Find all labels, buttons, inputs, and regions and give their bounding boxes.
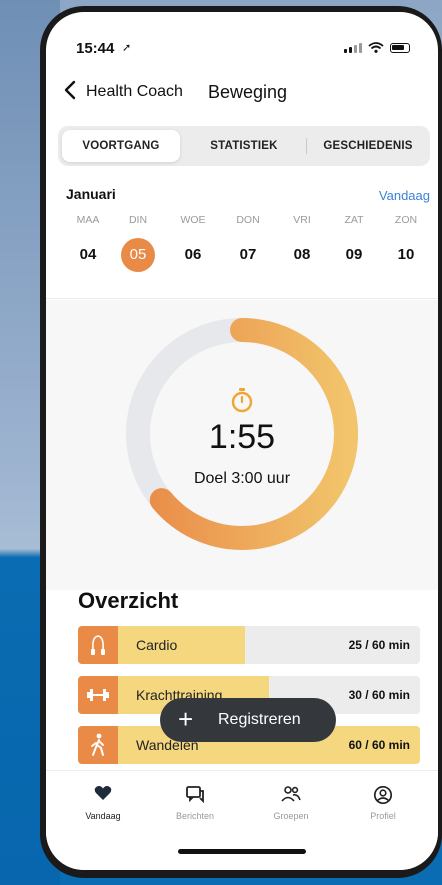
day-number[interactable]: 10 (386, 246, 426, 263)
stopwatch-icon (231, 388, 253, 413)
page-title: Beweging (208, 82, 288, 102)
profile-icon (373, 785, 393, 805)
battery-icon (390, 43, 410, 53)
today-link[interactable]: Vandaag (379, 188, 430, 203)
day-number[interactable]: 09 (334, 246, 374, 263)
day-name: DIN (128, 214, 148, 226)
cellular-signal-icon (344, 43, 362, 53)
tabbar-label: Profiel (370, 811, 396, 821)
elapsed-time: 1:55 (208, 418, 276, 456)
chat-icon (186, 786, 204, 803)
status-bar: 15:44 ➚ (46, 12, 438, 72)
tabbar-label: Berichten (175, 811, 215, 821)
tabbar-label: Groepen (273, 811, 309, 821)
day-number[interactable]: 04 (68, 246, 108, 263)
tabbar-item-vandaag[interactable]: Vandaag (68, 785, 138, 821)
goal-label: Doel 3:00 uur (193, 470, 291, 487)
tabbar-item-groepen[interactable]: Groepen (256, 785, 326, 821)
overview-row-cardio[interactable]: Cardio 25 / 60 min (78, 626, 420, 664)
segment-divider (306, 138, 307, 154)
day-number-selected[interactable]: 05 (118, 246, 158, 263)
overview-title: Overzicht (78, 588, 179, 613)
tab-bar: Vandaag Berichten Groepen Profiel (46, 770, 438, 870)
day-number[interactable]: 07 (228, 246, 268, 263)
day-name: ZON (394, 214, 418, 226)
tab-geschiedenis[interactable]: GESCHIEDENIS (308, 130, 428, 162)
day-number[interactable]: 06 (173, 246, 213, 263)
day-name: DON (236, 214, 260, 226)
back-button[interactable]: Health Coach (86, 83, 183, 101)
register-button[interactable]: + Registreren (160, 698, 336, 742)
tab-voortgang[interactable]: VOORTGANG (62, 130, 180, 162)
jump-rope-icon (78, 626, 118, 664)
overview-row-value: 30 / 60 min (348, 688, 410, 702)
status-time: 15:44 (76, 40, 115, 57)
tabbar-item-berichten[interactable]: Berichten (160, 785, 230, 821)
segmented-control: VOORTGANG STATISTIEK GESCHIEDENIS (58, 126, 430, 166)
overview-row-value: 60 / 60 min (348, 738, 410, 752)
nav-bar: Health Coach Beweging (46, 78, 438, 108)
back-chevron-icon[interactable] (64, 80, 76, 106)
day-name: MAA (76, 214, 100, 226)
month-label: Januari (66, 186, 116, 202)
tabbar-label: Vandaag (85, 811, 121, 821)
day-name: ZAT (344, 214, 364, 226)
overview-row-value: 25 / 60 min (348, 638, 410, 652)
tabbar-item-profiel[interactable]: Profiel (348, 785, 418, 821)
walking-icon (78, 726, 118, 764)
register-button-label: Registreren (218, 711, 301, 728)
group-icon (281, 786, 301, 802)
plus-icon: + (178, 704, 194, 734)
dumbbell-icon (78, 676, 118, 714)
day-name: VRI (293, 214, 311, 226)
tab-statistiek[interactable]: STATISTIEK (184, 130, 304, 162)
wifi-icon (368, 42, 384, 53)
day-name: WOE (180, 214, 206, 226)
app-screen: 15:44 ➚ Health Coach Beweging VOORTGANG … (46, 12, 438, 870)
heart-icon (94, 786, 112, 800)
overview-row-label: Cardio (136, 637, 178, 653)
location-arrow-icon: ➚ (122, 42, 132, 54)
home-indicator (178, 849, 306, 854)
week-strip: Januari Vandaag MAA DIN WOE DON VRI ZAT … (46, 180, 438, 299)
day-number[interactable]: 08 (282, 246, 322, 263)
